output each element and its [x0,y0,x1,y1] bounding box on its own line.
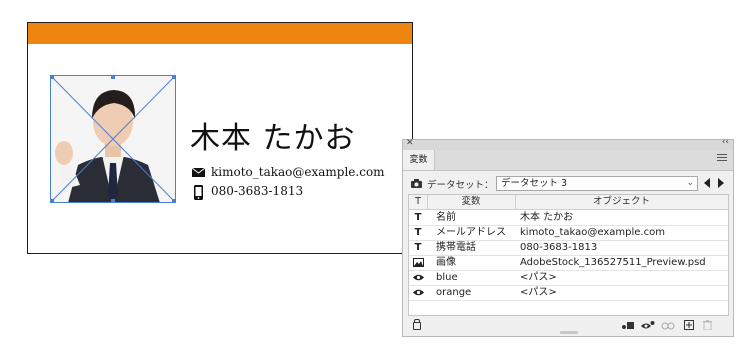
column-variable[interactable]: 変数 [427,195,516,209]
phone-row: 080-3683-1813 [192,184,303,200]
card-email[interactable]: kimoto_takao@example.com [211,165,385,179]
panel-titlebar[interactable]: ✕ ‹‹ [403,137,733,150]
table-row[interactable]: T メールアドレス kimoto_takao@example.com [409,225,728,241]
table-row[interactable]: 画像 AdobeStock_136527511_Preview.psd [409,255,728,271]
dataset-select[interactable]: データセット 3 ⌄ [496,176,698,191]
variables-panel: ✕ ‹‹ 変数 データセット： データセット 3 ⌄ T 変数 オブジェクト T… [402,137,734,337]
visibility-icon [409,285,427,300]
table-row[interactable]: blue <パス> [409,270,728,286]
variables-table: T 変数 オブジェクト T 名前 木本 たかお T メールアドレス kimoto… [408,194,729,316]
make-dynamic-object-icon[interactable] [621,320,635,332]
dataset-select-value: データセット 3 [501,178,568,189]
unbind-icon[interactable] [661,320,675,332]
panel-tabbar: 変数 [403,150,733,171]
portrait-image[interactable] [50,75,176,203]
selection-bounding-box [50,75,176,203]
email-row: kimoto_takao@example.com [191,165,385,179]
row-object: 木本 たかお [520,212,574,223]
capture-dataset-icon[interactable] [411,179,422,188]
card-name[interactable]: 木本 たかお [190,113,356,157]
table-row[interactable]: orange <パス> [409,285,728,301]
panel-menu-icon[interactable] [717,154,727,164]
row-variable: 画像 [436,257,456,268]
row-object: <パス> [520,272,557,283]
column-object[interactable]: オブジェクト [515,195,728,209]
row-variable: 携帯電話 [436,242,476,253]
table-header: T 変数 オブジェクト [409,195,728,210]
trash-icon[interactable] [700,320,714,332]
tab-variables[interactable]: 変数 [403,150,435,170]
mobile-phone-icon [192,184,205,200]
business-card: 木本 たかお kimoto_takao@example.com 080-3683… [27,22,413,254]
dataset-row: データセット： データセット 3 ⌄ [409,176,727,192]
row-variable: 名前 [436,212,456,223]
close-icon[interactable]: ✕ [406,138,414,148]
row-object: kimoto_takao@example.com [520,227,665,238]
lock-icon[interactable] [413,319,421,330]
row-variable: orange [436,287,472,298]
table-row[interactable]: T 名前 木本 たかお [409,210,728,226]
row-object: 080-3683-1813 [520,242,598,253]
orange-band[interactable] [28,23,412,44]
text-icon: T [414,242,422,253]
dataset-label: データセット： [427,180,494,191]
card-phone[interactable]: 080-3683-1813 [211,184,303,198]
collapse-icon[interactable]: ‹‹ [722,137,729,147]
make-visibility-dynamic-icon[interactable] [641,320,655,332]
text-icon: T [414,212,422,223]
row-object: AdobeStock_136527511_Preview.psd [520,257,706,268]
envelope-icon [191,166,206,179]
image-icon [409,255,427,270]
text-icon: T [414,227,422,238]
chevron-down-icon: ⌄ [686,178,694,188]
row-variable: メールアドレス [436,227,506,238]
table-row[interactable]: T 携帯電話 080-3683-1813 [409,240,728,256]
panel-footer [403,316,733,336]
resize-grip[interactable] [560,331,578,334]
previous-dataset-icon[interactable] [704,178,710,188]
column-type[interactable]: T [409,195,428,209]
visibility-icon [409,270,427,285]
next-dataset-icon[interactable] [718,178,724,188]
row-object: <パス> [520,287,557,298]
new-variable-icon[interactable] [682,320,696,332]
row-variable: blue [436,272,458,283]
